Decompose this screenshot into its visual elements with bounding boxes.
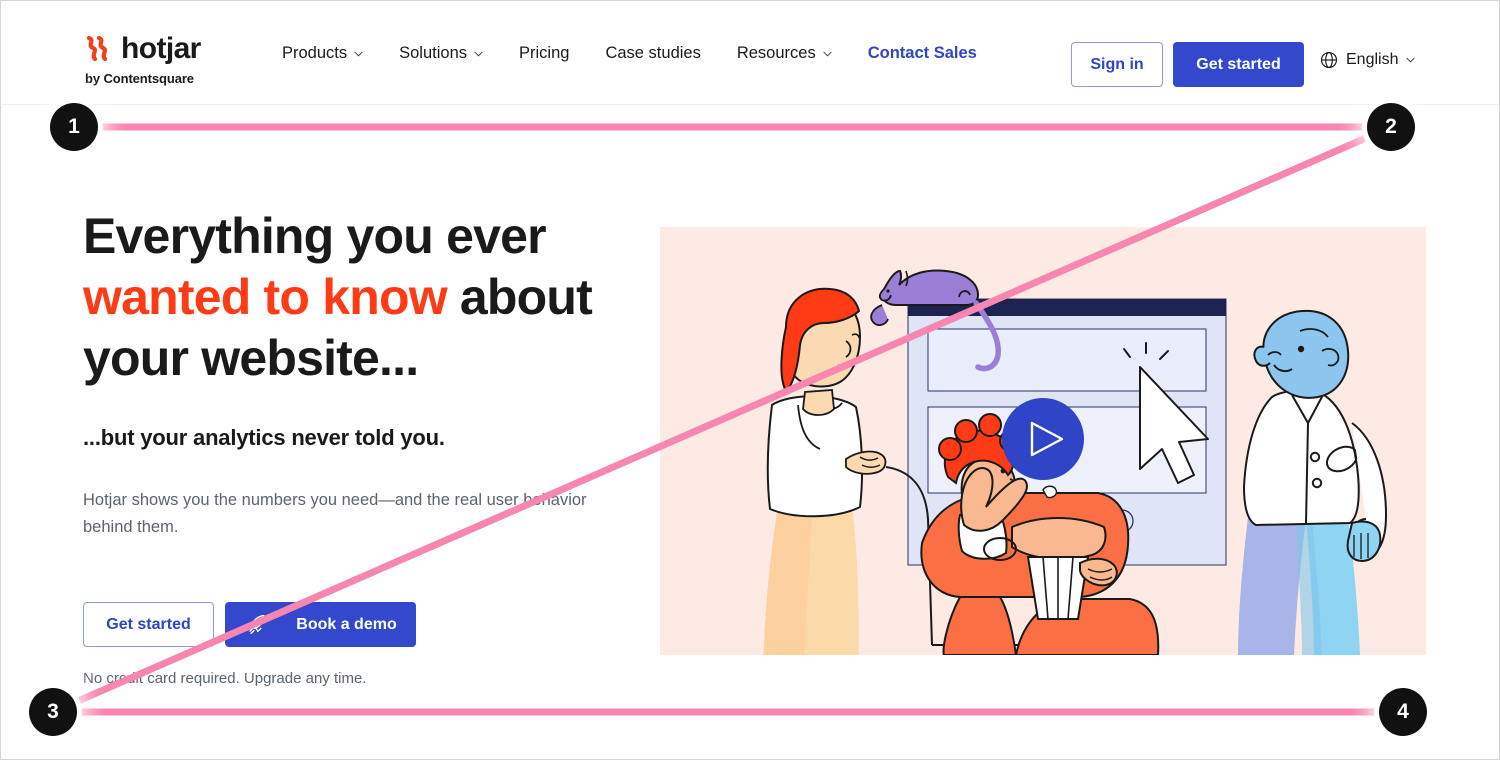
headline-line-1: Everything you ever: [83, 208, 547, 264]
site-header: hotjar by Contentsquare Products Solutio…: [2, 2, 1499, 105]
logo-wordmark: hotjar: [121, 32, 201, 65]
chevron-down-icon: [1406, 57, 1416, 63]
nav-label: Products: [282, 44, 348, 62]
nav-item-products[interactable]: Products: [282, 44, 363, 63]
main-navigation: Products Solutions Pricing Case studies …: [282, 2, 999, 105]
logo-byline: by Contentsquare: [85, 71, 194, 86]
header-get-started-button[interactable]: Get started: [1173, 42, 1304, 87]
logo[interactable]: hotjar by Contentsquare: [84, 34, 201, 87]
hero-content: Everything you ever wanted to know about…: [83, 206, 643, 687]
headline-highlight: wanted to know: [83, 269, 448, 325]
headline-line-3: your website...: [83, 330, 419, 386]
hero-fineprint: No credit card required. Upgrade any tim…: [83, 670, 367, 688]
hero-get-started-button[interactable]: Get started: [83, 602, 214, 648]
annotation-marker-3[interactable]: 3: [29, 688, 77, 736]
page-title: Everything you ever wanted to know about…: [83, 206, 643, 389]
hotjar-flame-icon: [86, 36, 108, 62]
nav-item-contact-sales[interactable]: Contact Sales: [868, 44, 977, 63]
nav-label: Pricing: [519, 44, 570, 62]
nav-label: Resources: [736, 44, 816, 62]
annotation-marker-2[interactable]: 2: [1367, 103, 1415, 151]
hero-illustration[interactable]: [660, 227, 1426, 655]
headline-line-2-tail: about: [446, 269, 593, 325]
sign-in-button[interactable]: Sign in: [1071, 42, 1163, 87]
language-selector[interactable]: English: [1320, 51, 1416, 69]
nav-label: Contact Sales: [867, 44, 977, 62]
chevron-down-icon: [823, 51, 832, 57]
rocket-icon: [247, 614, 265, 635]
hero-cta-row: Get started Book a demo: [83, 602, 643, 648]
language-label: English: [1346, 51, 1399, 68]
nav-label: Case studies: [605, 44, 701, 62]
annotation-marker-4[interactable]: 4: [1379, 688, 1427, 736]
play-button: [1002, 398, 1084, 480]
nav-item-resources[interactable]: Resources: [737, 44, 832, 63]
annotation-marker-1[interactable]: 1: [50, 103, 98, 151]
page-root: hotjar by Contentsquare Products Solutio…: [0, 0, 1500, 760]
hero-body-text: Hotjar shows you the numbers you need—an…: [83, 491, 587, 536]
globe-icon: [1320, 51, 1338, 69]
book-a-demo-button[interactable]: Book a demo: [225, 602, 416, 648]
nav-label: Solutions: [399, 44, 468, 62]
hero-subheadline: ...but your analytics never told you.: [83, 425, 445, 450]
nav-item-solutions[interactable]: Solutions: [399, 44, 483, 63]
book-a-demo-label: Book a demo: [296, 615, 397, 633]
chevron-down-icon: [354, 51, 363, 57]
nav-item-case-studies[interactable]: Case studies: [605, 44, 700, 63]
nav-item-pricing[interactable]: Pricing: [519, 44, 569, 63]
hero-illustration-graphic: [660, 227, 1426, 655]
chevron-down-icon: [474, 51, 483, 57]
logo-row: hotjar: [84, 34, 201, 64]
